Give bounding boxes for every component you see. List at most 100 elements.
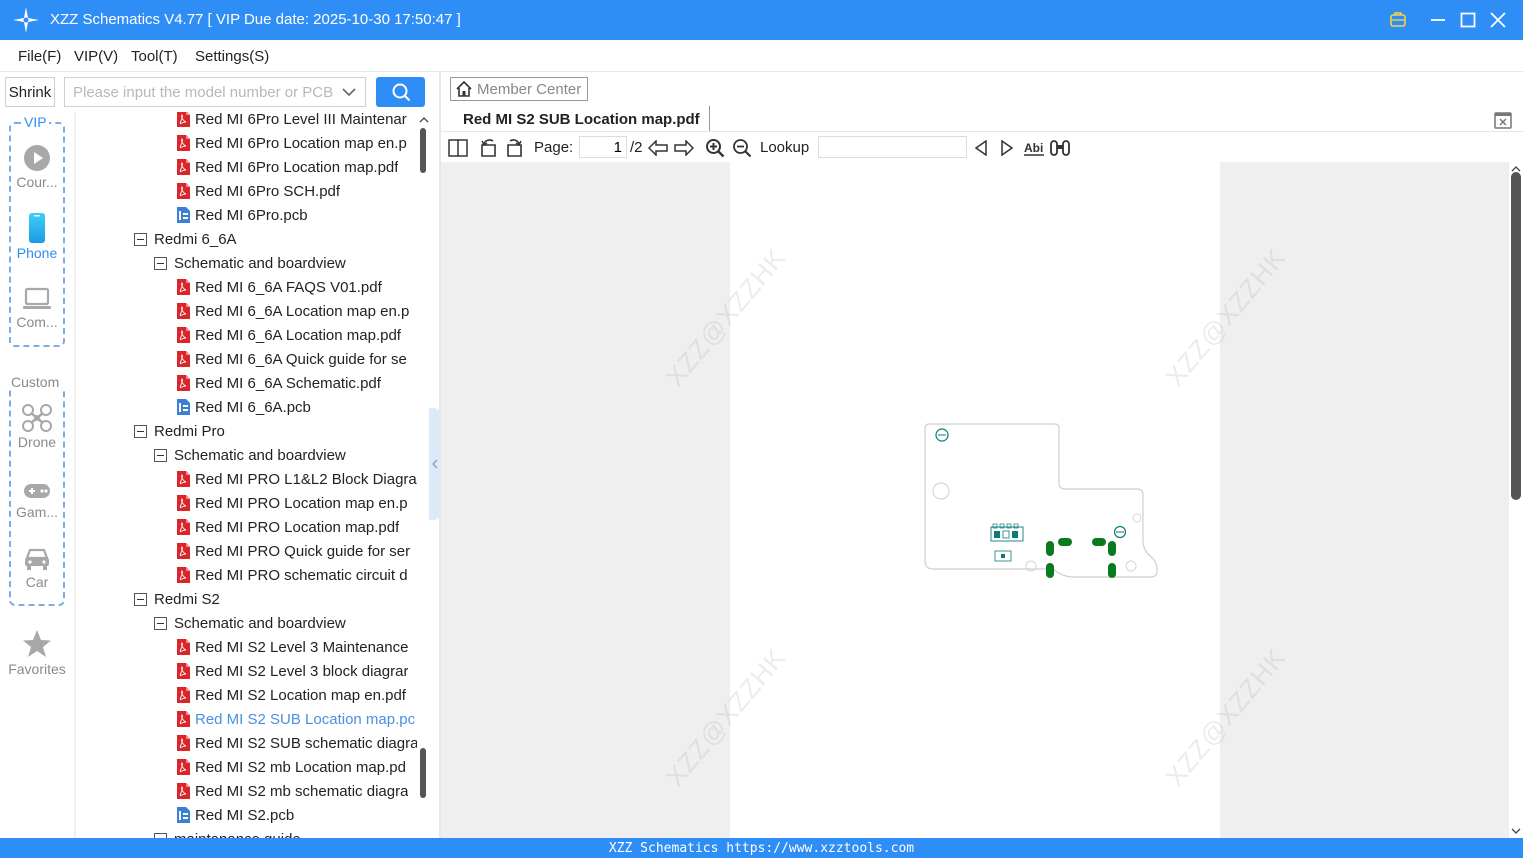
document-viewport[interactable]: XZZ@XZZHK XZZ@XZZHK XZZ@XZZHK XZZ@XZZHK <box>441 162 1509 838</box>
pdf-file-icon <box>177 495 190 511</box>
category-drone[interactable]: Drone <box>0 404 74 450</box>
tree-folder[interactable]: Redmi 6_6A <box>134 227 417 251</box>
tree-pdf-file[interactable]: Red MI S2 mb schematic diagra <box>176 779 417 803</box>
gamepad-icon <box>24 484 50 498</box>
next-page-button[interactable] <box>672 136 696 160</box>
find-next-button[interactable] <box>995 136 1019 160</box>
category-phone[interactable]: Phone <box>0 213 74 261</box>
tree-pdf-file[interactable]: Red MI 6Pro Location map en.p <box>176 131 417 155</box>
tree-pdf-file[interactable]: Red MI S2 SUB schematic diagra <box>176 731 417 755</box>
close-button[interactable] <box>1483 5 1513 35</box>
menu-settings[interactable]: Settings(S) <box>195 48 269 65</box>
menu-bar: File(F) VIP(V) Tool(T) Settings(S) <box>0 40 1523 72</box>
previous-page-button[interactable] <box>646 136 670 160</box>
tree-item-label: Red MI 6_6A Location map.pdf <box>195 326 401 344</box>
tree-folder[interactable]: Redmi S2 <box>134 587 417 611</box>
toggle-sidebar-button[interactable] <box>446 136 470 160</box>
phone-icon <box>29 213 45 243</box>
tree-pcb-file[interactable]: Red MI S2.pcb <box>176 803 417 827</box>
favorites-button[interactable]: Favorites <box>0 629 74 677</box>
tree-pdf-file[interactable]: Red MI S2 Location map en.pdf <box>176 683 417 707</box>
tree-pdf-file[interactable]: Red MI PRO schematic circuit d <box>176 563 417 587</box>
tree-pdf-file[interactable]: Red MI 6_6A Schematic.pdf <box>176 371 417 395</box>
tree-pdf-file[interactable]: Red MI 6_6A Location map en.p <box>176 299 417 323</box>
lookup-input[interactable] <box>818 136 967 158</box>
document-scroll-thumb[interactable] <box>1511 172 1521 500</box>
tree-pcb-file[interactable]: Red MI 6_6A.pcb <box>176 395 417 419</box>
rotate-left-button[interactable] <box>476 136 500 160</box>
collapse-toggle-icon[interactable] <box>134 592 147 606</box>
tree-pdf-file[interactable]: Red MI 6Pro Level III Maintenar <box>176 112 417 131</box>
search-button[interactable] <box>376 77 425 107</box>
chevron-down-icon[interactable] <box>341 84 357 100</box>
scroll-down-icon[interactable] <box>1510 826 1522 836</box>
tree-pdf-file[interactable]: Red MI 6_6A FAQS V01.pdf <box>176 275 417 299</box>
minimize-button[interactable] <box>1423 5 1453 35</box>
member-center-label: Member Center <box>477 80 582 98</box>
tree-pdf-file[interactable]: Red MI PRO L1&L2 Block Diagra <box>176 467 417 491</box>
home-icon <box>456 80 472 97</box>
collapse-toggle-icon[interactable] <box>154 256 167 270</box>
match-case-button[interactable]: Abi <box>1022 136 1046 160</box>
model-search-input[interactable] <box>65 78 333 106</box>
pdf-file-icon <box>177 159 190 175</box>
tree-pdf-file[interactable]: Red MI 6Pro Location map.pdf <box>176 155 417 179</box>
menu-vip[interactable]: VIP(V) <box>74 48 118 65</box>
find-all-button[interactable] <box>1048 136 1072 160</box>
tree-pdf-file[interactable]: Red MI S2 Level 3 block diagrar <box>176 659 417 683</box>
laptop-icon <box>23 287 51 309</box>
menu-file[interactable]: File(F) <box>18 48 61 65</box>
tree-pdf-file[interactable]: Red MI 6_6A Location map.pdf <box>176 323 417 347</box>
pdf-file-icon <box>177 687 190 703</box>
category-label: Drone <box>17 434 57 450</box>
tree-scrollbar[interactable] <box>417 112 429 838</box>
collapse-toggle-icon[interactable] <box>154 616 167 630</box>
binoculars-icon <box>1050 140 1070 156</box>
tree-folder[interactable]: Schematic and boardview <box>154 611 417 635</box>
page-label: Page: <box>534 139 574 156</box>
close-document-icon[interactable] <box>1493 110 1513 130</box>
tree-item-label: Red MI 6Pro Location map en.p <box>195 134 407 152</box>
tree-pdf-file[interactable]: Red MI 6Pro SCH.pdf <box>176 179 417 203</box>
tree-folder[interactable]: Schematic and boardview <box>154 251 417 275</box>
category-label: Car <box>25 574 49 590</box>
tree-folder[interactable]: Redmi Pro <box>134 419 417 443</box>
maximize-button[interactable] <box>1453 5 1483 35</box>
pdf-file-icon <box>177 135 190 151</box>
rotate-right-button[interactable] <box>503 136 527 160</box>
tree-item-label: Red MI PRO Location map.pdf <box>195 518 400 536</box>
vip-button[interactable] <box>1383 5 1413 35</box>
member-center-button[interactable]: Member Center <box>450 77 588 101</box>
viewer-toolbar: Page: /2 Lookup Abi <box>441 134 1523 162</box>
tree-pdf-file[interactable]: Red MI S2 SUB Location map.pc <box>176 707 417 731</box>
tree-pdf-file[interactable]: Red MI PRO Quick guide for ser <box>176 539 417 563</box>
zoom-out-button[interactable] <box>730 136 754 160</box>
category-label: Com... <box>16 314 58 330</box>
pdf-file-icon <box>177 183 190 199</box>
tree-scroll-thumb[interactable] <box>420 128 426 173</box>
zoom-in-button[interactable] <box>703 136 727 160</box>
category-computer[interactable]: Com... <box>0 286 74 330</box>
category-car[interactable]: Car <box>0 546 74 590</box>
vip-group-label: VIP <box>22 114 49 130</box>
tree-pdf-file[interactable]: Red MI 6_6A Quick guide for se <box>176 347 417 371</box>
page-number-input[interactable] <box>579 136 627 158</box>
document-tab[interactable]: Red MI S2 SUB Location map.pdf <box>450 106 710 132</box>
category-courses[interactable]: Cour... <box>0 144 74 190</box>
collapse-toggle-icon[interactable] <box>154 448 167 462</box>
tree-folder[interactable]: Schematic and boardview <box>154 443 417 467</box>
tree-pcb-file[interactable]: Red MI 6Pro.pcb <box>176 203 417 227</box>
tree-pdf-file[interactable]: Red MI PRO Location map.pdf <box>176 515 417 539</box>
tree-pdf-file[interactable]: Red MI S2 Level 3 Maintenance <box>176 635 417 659</box>
tree-pdf-file[interactable]: Red MI S2 mb Location map.pd <box>176 755 417 779</box>
collapse-toggle-icon[interactable] <box>134 424 147 438</box>
tree-scroll-thumb-secondary[interactable] <box>420 748 426 798</box>
find-previous-button[interactable] <box>969 136 993 160</box>
collapse-toggle-icon[interactable] <box>134 232 147 246</box>
menu-tool[interactable]: Tool(T) <box>131 48 178 65</box>
scroll-up-icon[interactable] <box>418 114 430 126</box>
shrink-button[interactable]: Shrink <box>5 77 55 107</box>
tree-pdf-file[interactable]: Red MI PRO Location map en.p <box>176 491 417 515</box>
category-game[interactable]: Gam... <box>0 480 74 520</box>
tree-folder[interactable]: maintenance guide <box>154 827 417 838</box>
